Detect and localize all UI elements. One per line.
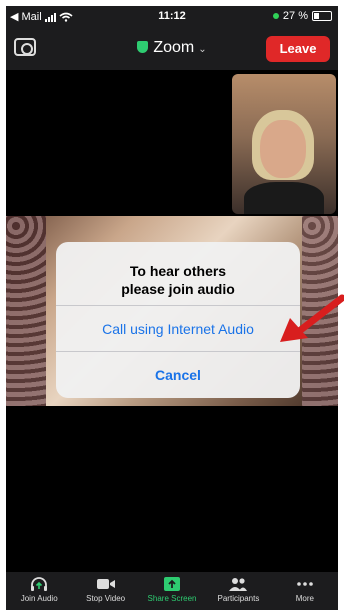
mic-in-use-indicator: [272, 13, 279, 19]
participants-icon: [229, 578, 248, 591]
call-internet-audio-button[interactable]: Call using Internet Audio: [56, 305, 300, 351]
meeting-title-text: Zoom: [153, 39, 195, 56]
stop-video-button[interactable]: Stop Video: [72, 572, 138, 610]
meeting-toolbar: Join Audio Stop Video Share Screen Parti…: [6, 572, 338, 610]
chevron-down-icon: ⌄: [198, 44, 207, 55]
more-icon: [297, 582, 313, 586]
participants-button[interactable]: Participants: [205, 572, 271, 610]
join-audio-dialog: To hear others please join audio Call us…: [56, 242, 300, 398]
shield-icon: [137, 41, 149, 53]
share-screen-button[interactable]: Share Screen: [139, 572, 205, 610]
more-label: More: [295, 594, 314, 603]
participant-body: [244, 182, 324, 214]
leave-button[interactable]: Leave: [266, 36, 330, 62]
video-camera-icon: [96, 579, 115, 589]
dialog-message: To hear others please join audio: [56, 242, 300, 305]
join-audio-button[interactable]: Join Audio: [6, 572, 72, 610]
cancel-button[interactable]: Cancel: [56, 351, 300, 397]
participant-face: [260, 120, 306, 178]
dialog-message-line2: please join audio: [121, 281, 235, 297]
self-video-thumbnail[interactable]: [232, 74, 336, 214]
join-audio-label: Join Audio: [20, 594, 58, 603]
share-screen-icon: [164, 577, 181, 591]
meeting-header: Zoom ⌄ Leave: [6, 28, 338, 70]
share-screen-label: Share Screen: [147, 594, 197, 603]
participants-label: Participants: [217, 594, 260, 603]
status-bar: ◀ Mail 11:12 27 %: [6, 6, 338, 28]
status-right: 27 %: [272, 10, 332, 22]
battery-percent: 27 %: [282, 10, 308, 22]
headphone-icon: [31, 577, 48, 591]
video-background-left: [6, 216, 46, 406]
battery-icon: [312, 11, 332, 21]
stop-video-label: Stop Video: [86, 594, 126, 603]
red-annotation-arrow-icon: [280, 294, 344, 342]
dialog-message-line1: To hear others: [129, 263, 227, 279]
more-button[interactable]: More: [272, 572, 338, 610]
